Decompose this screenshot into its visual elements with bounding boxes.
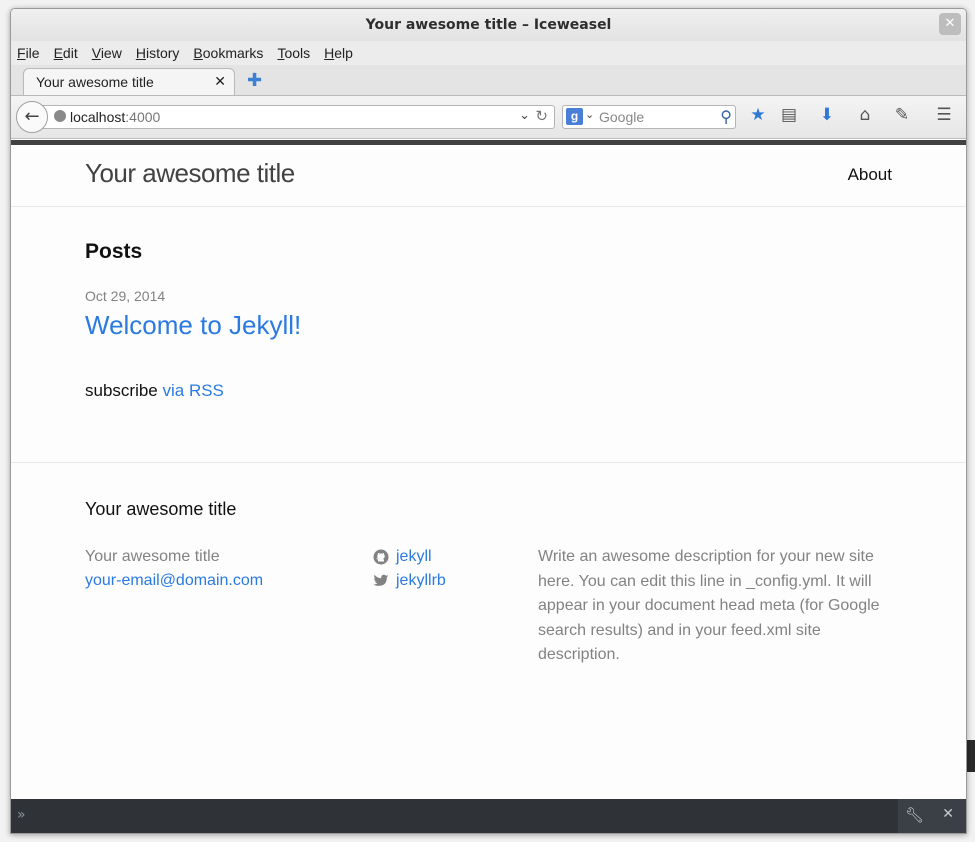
home-icon[interactable]: ⌂: [853, 105, 877, 125]
reload-icon[interactable]: ↻: [535, 107, 548, 125]
twitter-link[interactable]: jekyllrb: [373, 569, 446, 593]
devtools-close-icon[interactable]: ✕: [942, 806, 954, 822]
wrench-icon[interactable]: 🔧︎: [905, 806, 924, 824]
footer-name: Your awesome title: [85, 548, 220, 565]
site-title[interactable]: Your awesome title: [85, 158, 295, 189]
menu-help[interactable]: Help: [324, 45, 353, 61]
search-magnifier-icon[interactable]: ⚲: [720, 107, 732, 127]
main-content: Posts Oct 29, 2014 Welcome to Jekyll! su…: [85, 240, 892, 401]
search-placeholder: Google: [599, 109, 645, 125]
tab-strip: Your awesome title ✕ ✚: [11, 65, 966, 96]
nav-about-link[interactable]: About: [848, 165, 892, 185]
navigation-toolbar: localhost:4000 ⌄ ↻ ← g ⌄ Google ⚲ ★ ▤ ⬇ …: [11, 96, 966, 139]
post-date: Oct 29, 2014: [85, 288, 166, 304]
subscribe-text: subscribe: [85, 381, 163, 400]
github-username: jekyll: [396, 548, 432, 565]
page-content: Your awesome title About Posts Oct 29, 2…: [11, 140, 966, 804]
post-title-link[interactable]: Welcome to Jekyll!: [85, 310, 892, 341]
url-history-dropdown-icon[interactable]: ⌄: [519, 107, 530, 123]
footer-description: Write an awesome description for your ne…: [538, 548, 880, 663]
menu-tools[interactable]: Tools: [277, 45, 310, 61]
window-title: Your awesome title – Iceweasel: [365, 17, 612, 33]
tab-label: Your awesome title: [36, 74, 154, 90]
addon-icon[interactable]: ✎: [890, 105, 914, 125]
rss-link[interactable]: via RSS: [162, 381, 223, 400]
window-close-button[interactable]: ✕: [939, 13, 961, 35]
google-engine-icon[interactable]: g: [566, 108, 583, 125]
url-text: localhost:4000: [70, 109, 161, 125]
menu-bookmarks[interactable]: Bookmarks: [193, 45, 263, 61]
site-footer: Your awesome title Your awesome title yo…: [11, 462, 966, 663]
window-titlebar: Your awesome title – Iceweasel ✕: [11, 9, 966, 41]
back-button[interactable]: ←: [16, 101, 48, 133]
url-bar[interactable]: localhost:4000 ⌄ ↻: [41, 105, 555, 129]
footer-contact: Your awesome title your-email@domain.com: [85, 545, 263, 593]
command-line-chevron-icon[interactable]: »: [17, 807, 26, 823]
footer-heading: Your awesome title: [85, 499, 237, 519]
browser-window: Your awesome title – Iceweasel ✕ File Ed…: [10, 8, 967, 834]
subscribe-line: subscribe via RSS: [85, 381, 892, 401]
engine-dropdown-icon[interactable]: ⌄: [585, 108, 594, 121]
back-arrow-icon: ←: [24, 106, 40, 127]
bookmark-star-icon[interactable]: ★: [746, 105, 770, 125]
menu-file[interactable]: File: [17, 45, 40, 61]
bookmarks-menu-icon[interactable]: ▤: [777, 105, 801, 125]
github-icon: [373, 549, 389, 565]
github-link[interactable]: jekyll: [373, 545, 446, 569]
menu-view[interactable]: View: [92, 45, 122, 61]
menubar: File Edit View History Bookmarks Tools H…: [11, 41, 966, 65]
footer-social: jekyll jekyllrb: [373, 545, 446, 593]
menu-history[interactable]: History: [136, 45, 180, 61]
footer-email-link[interactable]: your-email@domain.com: [85, 569, 263, 593]
tab-active[interactable]: Your awesome title ✕: [23, 68, 235, 95]
tab-close-icon[interactable]: ✕: [214, 73, 226, 90]
site-header: Your awesome title About: [11, 145, 966, 207]
twitter-username: jekyllrb: [396, 572, 446, 589]
hamburger-menu-icon[interactable]: ☰: [932, 105, 956, 125]
downloads-icon[interactable]: ⬇: [815, 105, 839, 125]
globe-icon: [54, 110, 66, 122]
new-tab-icon[interactable]: ✚: [247, 70, 262, 91]
twitter-icon: [373, 574, 389, 586]
developer-toolbar: » 🔧︎ ✕: [11, 799, 966, 833]
menu-edit[interactable]: Edit: [54, 45, 78, 61]
search-bar[interactable]: g ⌄ Google ⚲: [562, 105, 736, 129]
posts-heading: Posts: [85, 240, 143, 263]
